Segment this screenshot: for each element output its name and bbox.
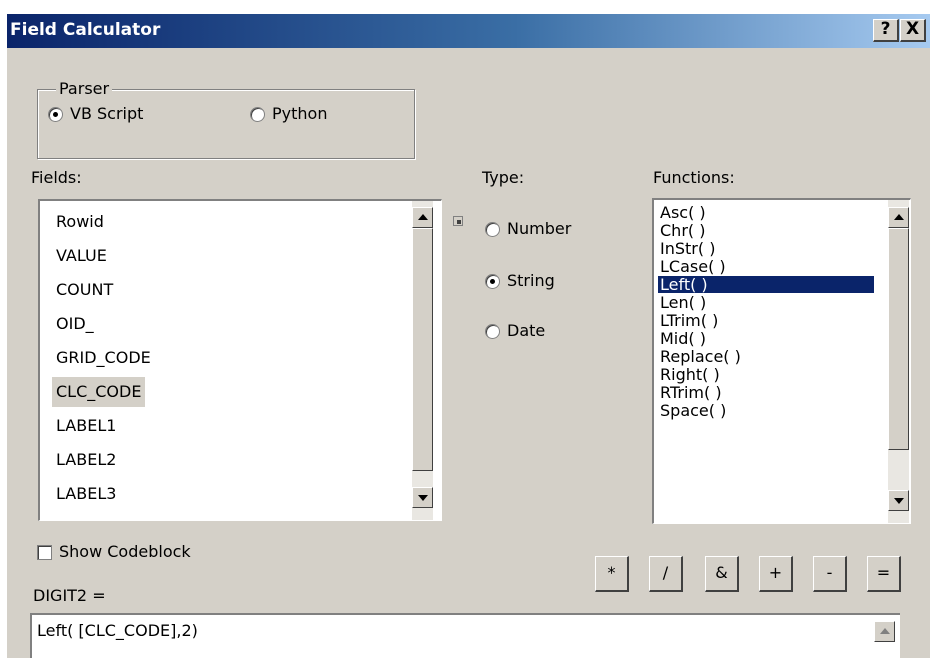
- list-item-selected[interactable]: Left( ): [658, 276, 874, 293]
- show-codeblock-label[interactable]: Show Codeblock: [59, 542, 191, 561]
- window-title: Field Calculator: [10, 20, 161, 40]
- list-item[interactable]: Space( ): [658, 402, 726, 419]
- parser-group: Parser VB Script Python: [37, 79, 415, 159]
- show-codeblock-checkbox[interactable]: [37, 545, 52, 560]
- python-radio[interactable]: [250, 107, 265, 122]
- multiply-button[interactable]: *: [595, 556, 629, 592]
- date-label[interactable]: Date: [507, 321, 545, 340]
- fields-list[interactable]: Rowid VALUE COUNT OID_ GRID_CODE CLC_COD…: [38, 199, 442, 521]
- string-radio[interactable]: [485, 274, 500, 289]
- list-item[interactable]: Rowid: [52, 207, 108, 237]
- divide-button[interactable]: /: [649, 556, 683, 592]
- date-radio[interactable]: [485, 324, 500, 339]
- list-item[interactable]: LTrim( ): [658, 312, 718, 329]
- number-radio[interactable]: [485, 222, 500, 237]
- scroll-down-button[interactable]: [888, 490, 909, 511]
- list-item[interactable]: Len( ): [658, 294, 706, 311]
- list-item[interactable]: Right( ): [658, 366, 720, 383]
- functions-scrollbar[interactable]: [888, 200, 909, 523]
- list-item[interactable]: COUNT: [52, 275, 117, 305]
- functions-list[interactable]: Asc( ) Chr( ) InStr( ) LCase( ) Left( ) …: [652, 198, 911, 524]
- list-item[interactable]: Asc( ): [658, 204, 706, 221]
- functions-label: Functions:: [653, 168, 735, 187]
- list-item[interactable]: Chr( ): [658, 222, 705, 239]
- list-item[interactable]: GRID_CODE: [52, 343, 155, 373]
- scroll-thumb[interactable]: [888, 228, 909, 450]
- arrow-up-icon: [880, 628, 890, 634]
- python-label[interactable]: Python: [272, 104, 327, 123]
- scroll-down-button[interactable]: [412, 487, 433, 508]
- subtract-button[interactable]: -: [813, 556, 847, 592]
- list-item[interactable]: InStr( ): [658, 240, 715, 257]
- arrow-down-icon: [418, 495, 428, 501]
- vbscript-radio[interactable]: [48, 107, 63, 122]
- arrow-up-icon: [418, 214, 428, 220]
- add-button[interactable]: +: [759, 556, 793, 592]
- close-button[interactable]: X: [900, 19, 926, 42]
- expression-label: DIGIT2 =: [33, 586, 106, 605]
- expression-input[interactable]: Left( [CLC_CODE],2): [30, 613, 900, 658]
- concatenate-button[interactable]: &: [705, 556, 739, 592]
- list-item[interactable]: LABEL1: [52, 411, 120, 441]
- expression-scroll-up-button[interactable]: [874, 621, 895, 642]
- list-item[interactable]: RTrim( ): [658, 384, 722, 401]
- help-button[interactable]: ?: [873, 19, 899, 42]
- string-label[interactable]: String: [507, 271, 555, 290]
- list-item[interactable]: Mid( ): [658, 330, 706, 347]
- resize-grip-icon[interactable]: [453, 216, 463, 226]
- list-item-selected[interactable]: CLC_CODE: [52, 377, 146, 407]
- type-label: Type:: [482, 168, 525, 187]
- number-label[interactable]: Number: [507, 219, 571, 238]
- arrow-down-icon: [894, 498, 904, 504]
- title-bar[interactable]: Field Calculator ? X: [7, 14, 930, 48]
- scroll-up-button[interactable]: [888, 207, 909, 228]
- list-item[interactable]: LCase( ): [658, 258, 726, 275]
- list-item[interactable]: OID_: [52, 309, 98, 339]
- list-item[interactable]: Replace( ): [658, 348, 741, 365]
- expression-value: Left( [CLC_CODE],2): [37, 621, 198, 640]
- scroll-up-button[interactable]: [412, 207, 433, 228]
- equals-button[interactable]: =: [867, 556, 901, 592]
- vbscript-label[interactable]: VB Script: [70, 104, 143, 123]
- parser-legend: Parser: [56, 79, 113, 98]
- fields-label: Fields:: [31, 168, 82, 187]
- list-item[interactable]: VALUE: [52, 241, 111, 271]
- fields-scrollbar[interactable]: [412, 201, 433, 520]
- list-item[interactable]: LABEL2: [52, 445, 120, 475]
- field-calculator-dialog: Field Calculator ? X Parser VB Script Py…: [6, 13, 930, 658]
- list-item[interactable]: LABEL3: [52, 479, 120, 509]
- scroll-thumb[interactable]: [412, 228, 433, 471]
- arrow-up-icon: [894, 214, 904, 220]
